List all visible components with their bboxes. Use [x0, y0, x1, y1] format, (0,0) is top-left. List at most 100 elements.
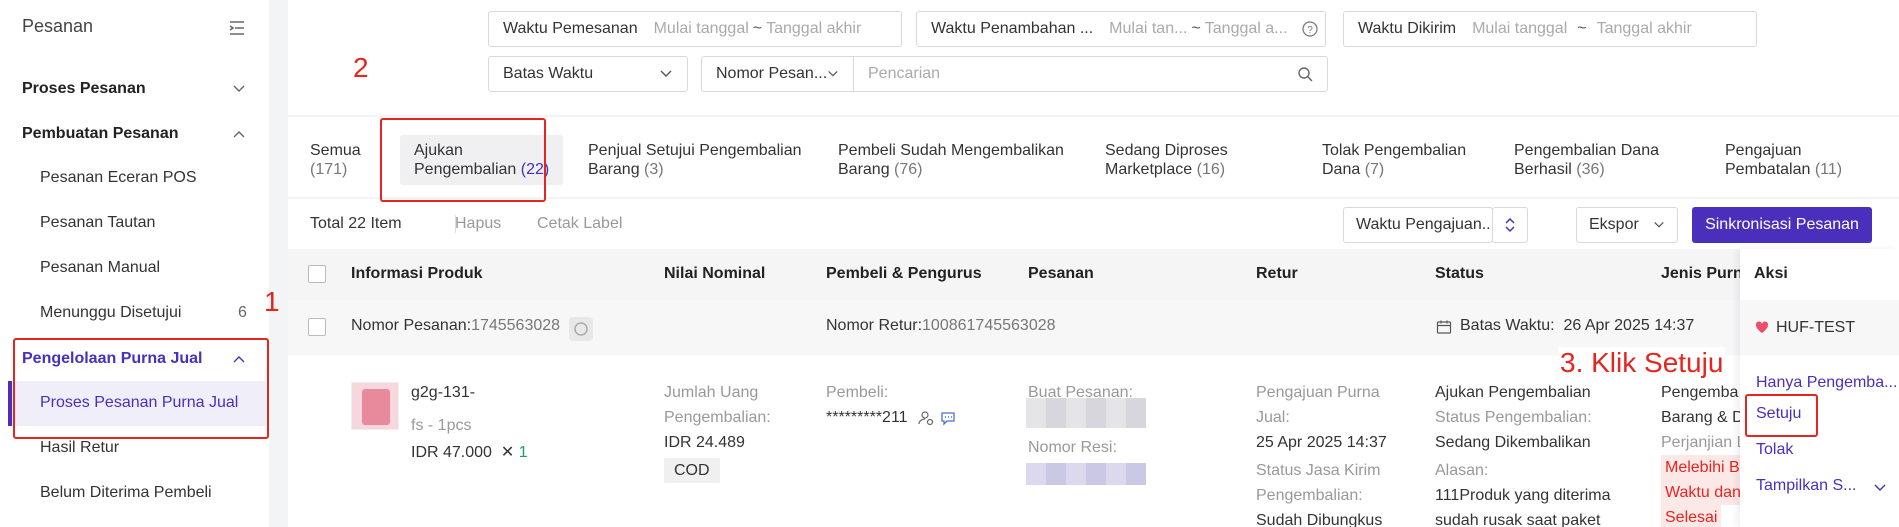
chat-icon[interactable]	[940, 410, 956, 426]
return-status-label: Status Pengembalian:	[1435, 409, 1592, 426]
deadline-info: Batas Waktu: 26 Apr 2025 14:37	[1460, 317, 1695, 334]
export-dropdown[interactable]: Ekspor	[1576, 207, 1678, 243]
annotation-step3: 3. Klik Setuju	[1558, 347, 1726, 379]
product-name[interactable]: g2g-131-	[411, 380, 475, 405]
tab-pengajuan-pembatalan[interactable]: Pengajuan Pembatalan (11)	[1725, 141, 1842, 179]
col-jenis-purna: Jenis Purna	[1661, 265, 1752, 282]
sidebar-item-belum-diterima-pembeli[interactable]: Belum Diterima Pembeli	[40, 484, 212, 502]
order-number-type-select[interactable]: Nomor Pesan...	[701, 56, 854, 92]
buyer-id: *********211	[826, 409, 908, 426]
annotation-step1: 1	[264, 286, 280, 317]
svg-text:?: ?	[1307, 25, 1313, 36]
user-settings-icon[interactable]	[918, 410, 934, 426]
sidebar-item-pesanan-manual[interactable]: Pesanan Manual	[40, 259, 160, 277]
refund-label-2: Pengembalian:	[664, 409, 771, 426]
return-apply-label-2: Jual:	[1256, 409, 1290, 426]
overdue-tag-3: Selesai	[1661, 505, 1722, 527]
blurred-order-date	[1026, 398, 1146, 428]
after-sale-type-2: Barang & D	[1661, 409, 1744, 426]
delete-button[interactable]: Hapus	[455, 215, 501, 233]
reason-text-2: sudah rusak saat paket	[1435, 512, 1601, 527]
blurred-tracking-number	[1026, 463, 1146, 485]
sidebar-group-pembuatan-pesanan[interactable]: Pembuatan Pesanan	[22, 125, 179, 143]
annotation-box-step2	[380, 118, 546, 202]
calendar-icon	[1436, 320, 1452, 334]
tab-sedang-diproses[interactable]: Sedang Diproses Marketplace (16)	[1105, 141, 1228, 179]
refund-label: Jumlah Uang	[664, 384, 759, 401]
help-icon[interactable]: ?	[1301, 21, 1318, 37]
sidebar-item-pesanan-eceran-pos[interactable]: Pesanan Eceran POS	[40, 169, 197, 187]
chevron-down-icon[interactable]	[1873, 481, 1887, 495]
tab-penjual-setujui[interactable]: Penjual Setujui Pengembalian Barang (3)	[588, 141, 801, 179]
annotation-step2: 2	[353, 52, 369, 83]
after-sale-type: Pengemba	[1661, 384, 1739, 401]
deadline-select[interactable]: Batas Waktu	[488, 56, 688, 92]
total-items-label: Total 22 Item	[310, 215, 402, 232]
sidebar-item-pesanan-tautan[interactable]: Pesanan Tautan	[40, 214, 155, 232]
status-main: Ajukan Pengembalian	[1435, 384, 1591, 401]
only-refund-link[interactable]: Hanya Pengemba...	[1756, 370, 1897, 395]
col-status: Status	[1435, 265, 1484, 282]
table-toolbar: Total 22 Item Hapus Cetak Label Waktu Pe…	[288, 199, 1899, 249]
order-time-range-field[interactable]: Waktu Pemesanan Mulai tanggal ~ Tanggal …	[488, 11, 902, 47]
reject-link[interactable]: Tolak	[1756, 437, 1793, 462]
sidebar-group-proses-pesanan[interactable]: Proses Pesanan	[22, 80, 146, 98]
return-apply-date: 25 Apr 2025 14:37	[1256, 434, 1387, 451]
print-label-button[interactable]: Cetak Label	[537, 215, 622, 233]
return-number: Nomor Retur:100861745563028	[826, 317, 1056, 334]
annotation-box-step1	[13, 338, 269, 439]
return-apply-label: Pengajuan Purna	[1256, 384, 1380, 401]
product-thumbnail[interactable]	[351, 382, 399, 430]
sent-time-range-field[interactable]: Waktu Dikirim Mulai tanggal ~ Tanggal ak…	[1343, 11, 1757, 47]
buyer-label: Pembeli:	[826, 384, 889, 401]
collapse-menu-icon[interactable]	[227, 18, 247, 38]
sort-order-toggle[interactable]	[1492, 207, 1528, 243]
added-time-range-field[interactable]: Waktu Penambahan ... Mulai tan... ~ Tang…	[916, 11, 1326, 47]
store-name: HUF-TEST	[1776, 319, 1856, 336]
reason-text: 111Produk yang diterima	[1435, 487, 1611, 504]
action-column: Aksi HUF-TEST Hanya Pengemba... Setuju T…	[1740, 249, 1899, 527]
tab-pembeli-sudah-mengembalikan[interactable]: Pembeli Sudah Mengembalikan Barang (76)	[838, 141, 1064, 179]
chevron-down-icon[interactable]	[232, 82, 246, 96]
order-detail-row: g2g-131- fs - 1pcs IDR 47.000 ✕ 1 Jumlah…	[288, 355, 1899, 527]
sort-field-select[interactable]: Waktu Pengajuan...	[1343, 207, 1493, 243]
search-icon[interactable]	[1297, 66, 1313, 82]
heart-store-icon	[1755, 321, 1769, 333]
chevron-up-icon[interactable]	[232, 127, 246, 141]
tab-semua[interactable]: Semua (171)	[310, 141, 361, 179]
active-item-indicator	[8, 381, 12, 426]
sidebar-title: Pesanan	[22, 16, 94, 36]
courier-status-value: Sudah Dibungkus	[1256, 512, 1383, 527]
sync-orders-button[interactable]: Sinkronisasi Pesanan	[1692, 207, 1872, 243]
product-variant: fs - 1pcs	[411, 417, 472, 434]
courier-status-label-2: Pengembalian:	[1256, 487, 1363, 504]
chevron-down-icon	[1654, 222, 1664, 228]
sidebar-item-hasil-retur[interactable]: Hasil Retur	[40, 439, 119, 457]
col-retur: Retur	[1256, 265, 1298, 282]
reason-label: Alasan:	[1435, 462, 1489, 479]
sort-icon	[1505, 217, 1515, 233]
col-nilai-nominal: Nilai Nominal	[664, 265, 766, 282]
tab-pengembalian-dana-berhasil[interactable]: Pengembalian Dana Berhasil (36)	[1514, 141, 1659, 179]
payment-method-badge: COD	[664, 458, 720, 483]
tab-tolak-pengembalian[interactable]: Tolak Pengembalian Dana (7)	[1322, 141, 1466, 179]
overdue-tag: Melebihi B	[1661, 455, 1744, 480]
sidebar: Pesanan Proses Pesanan Pembuatan Pesanan…	[0, 0, 269, 527]
sidebar-count-badge: 6	[238, 304, 247, 321]
col-informasi-produk: Informasi Produk	[351, 265, 483, 282]
annotation-box-step3	[1745, 394, 1818, 437]
show-more-link[interactable]: Tampilkan S...	[1756, 473, 1856, 498]
search-input[interactable]: Pencarian	[853, 56, 1328, 92]
tracking-number-label: Nomor Resi:	[1028, 435, 1117, 460]
sidebar-item-menunggu-disetujui[interactable]: Menunggu Disetujui	[40, 304, 181, 322]
select-all-checkbox[interactable]	[308, 265, 326, 283]
return-status-value: Sedang Dikembalikan	[1435, 434, 1591, 451]
col-pesanan: Pesanan	[1028, 265, 1094, 282]
agreement-label: Perjanjian L	[1661, 434, 1746, 451]
row-checkbox[interactable]	[308, 318, 326, 336]
main-content: Waktu Pemesanan Mulai tanggal ~ Tanggal …	[288, 0, 1899, 527]
col-aksi: Aksi	[1754, 265, 1788, 282]
refund-amount: IDR 24.489	[664, 434, 745, 451]
overdue-tag-2: Waktu dan	[1661, 480, 1745, 505]
table-header: Informasi Produk Nilai Nominal Pembeli &…	[288, 249, 1899, 300]
